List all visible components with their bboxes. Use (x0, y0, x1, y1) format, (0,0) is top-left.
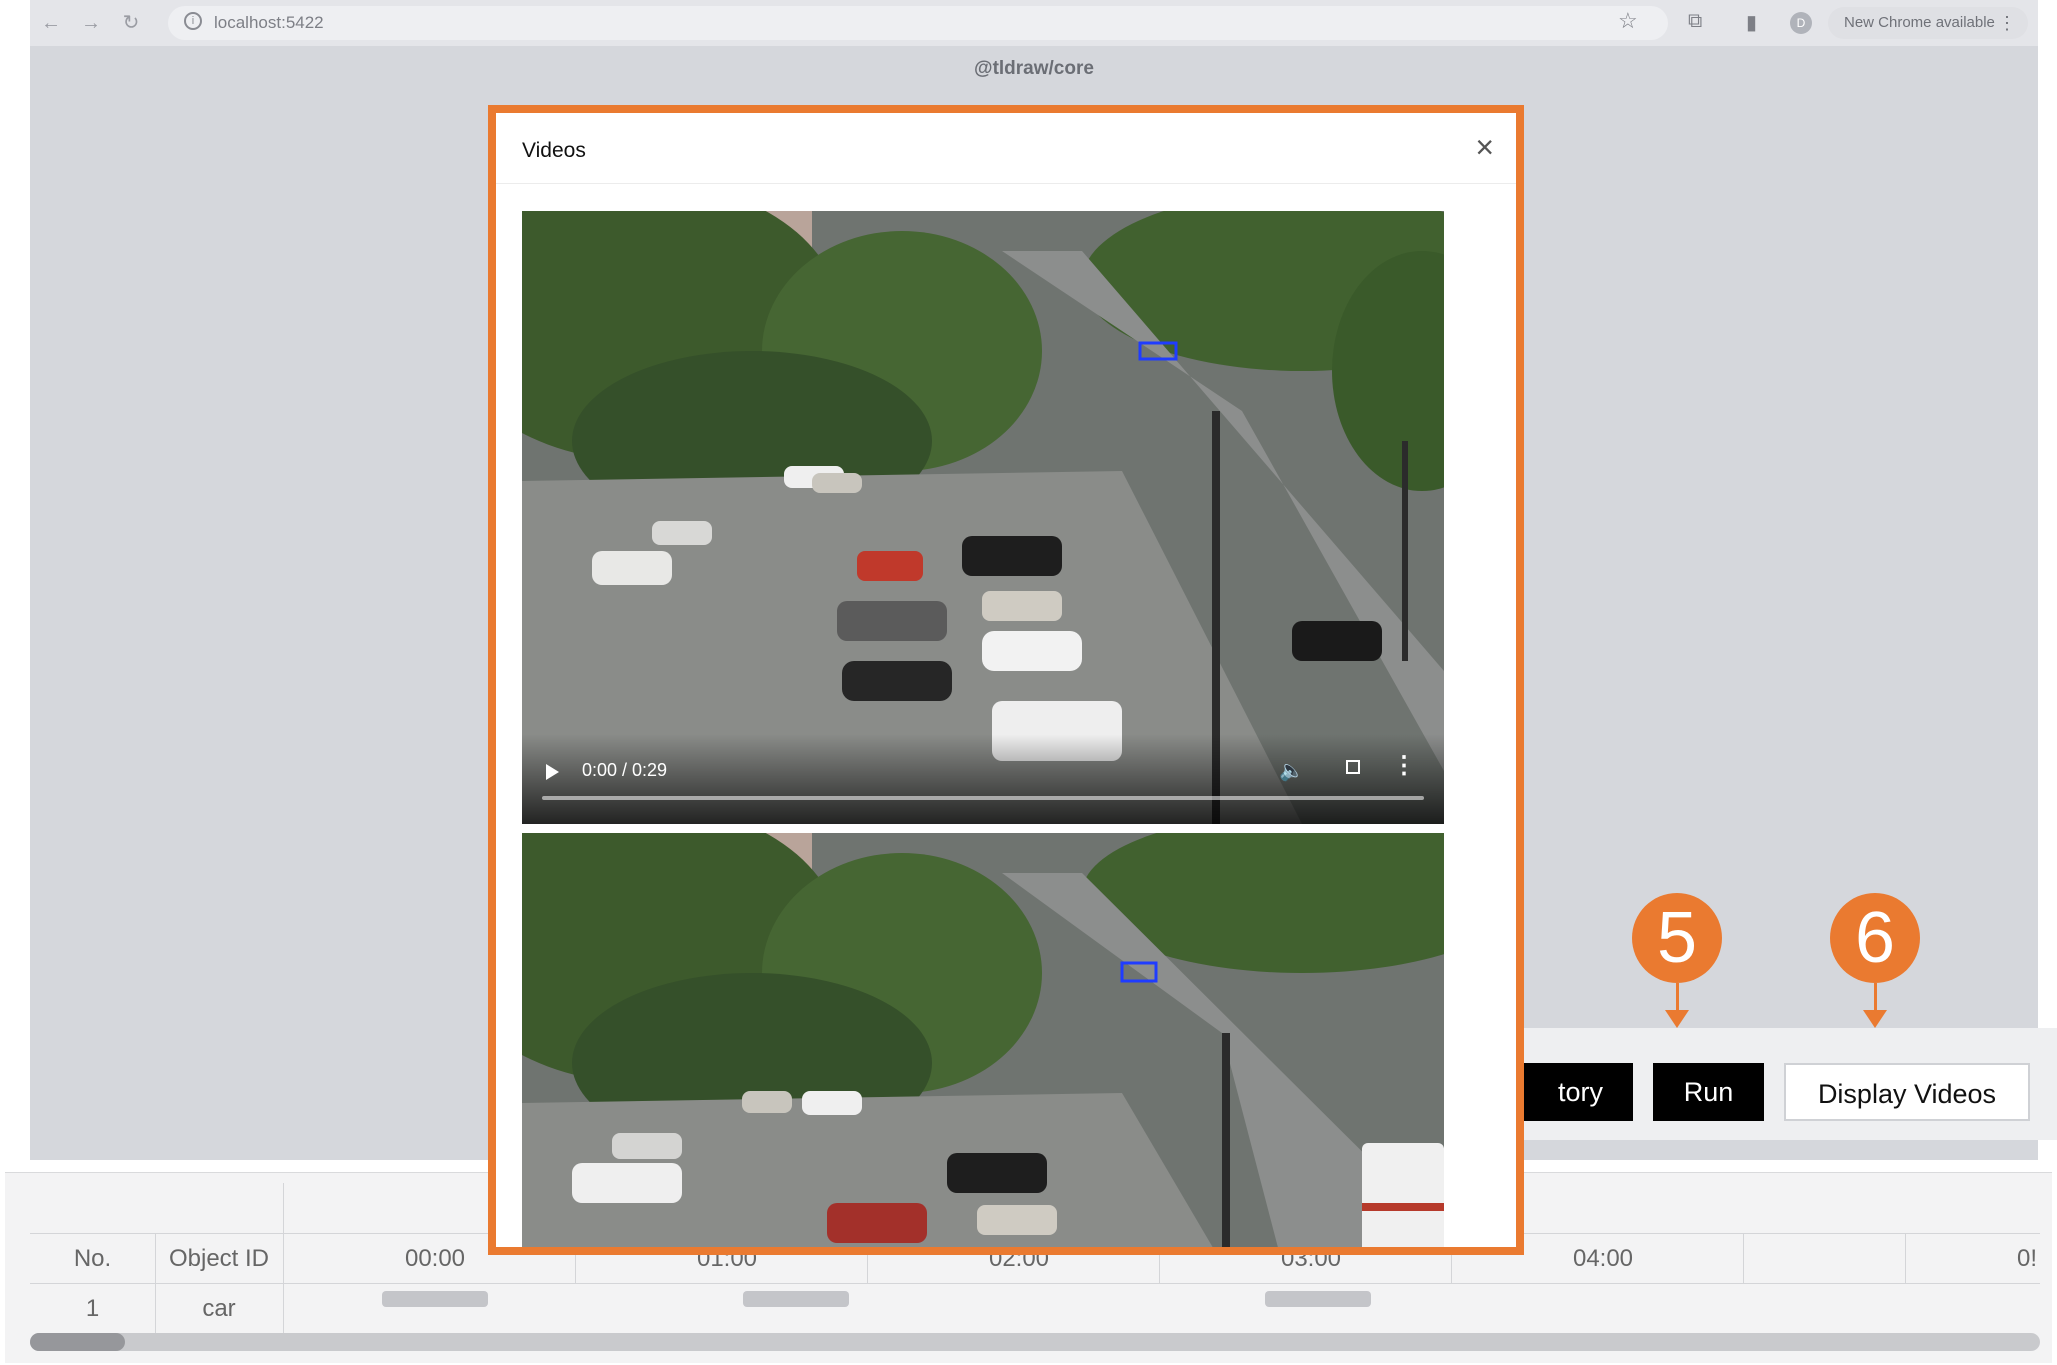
controls-panel: tory Run Display Videos (1500, 1028, 2057, 1140)
forward-icon[interactable]: → (78, 10, 104, 36)
track-segment[interactable] (382, 1291, 488, 1307)
close-icon[interactable]: × (1475, 131, 1494, 163)
video-frame (522, 211, 1444, 824)
profile-avatar[interactable]: D (1790, 12, 1812, 34)
url-text: localhost:5422 (214, 13, 324, 32)
extensions-icon[interactable]: ⧉ (1688, 10, 1702, 33)
more-options-icon[interactable]: ⋮ (1392, 754, 1416, 778)
play-icon[interactable] (546, 764, 559, 780)
column-divider (1905, 1233, 1906, 1283)
step-5-arrowhead (1665, 1010, 1689, 1028)
video-progress-bar[interactable] (542, 796, 1424, 800)
modal-header: Videos × (496, 113, 1516, 184)
video-controls: 0:00 / 0:29 🔈 ⋮ (522, 734, 1444, 824)
video-time: 0:00 / 0:29 (582, 760, 668, 780)
track-segment[interactable] (1265, 1291, 1371, 1307)
side-panel-icon[interactable]: ▮ (1746, 10, 1757, 35)
header-object-id: Object ID (168, 1245, 270, 1272)
horizontal-scrollbar[interactable] (30, 1333, 2040, 1351)
videos-modal: Videos × 0:00 / 0:29 🔈 ⋮ (488, 105, 1524, 1255)
header-no: No. (73, 1245, 112, 1272)
time-tick: 00:00 (404, 1245, 466, 1272)
time-tick: 04:00 (1572, 1245, 1634, 1272)
address-bar[interactable]: i localhost:5422 (168, 6, 1668, 40)
chrome-update-button[interactable]: New Chrome available ⋮ (1828, 7, 2028, 39)
row-object-id: car (202, 1295, 236, 1322)
video-frame (522, 833, 1444, 1247)
step-6-arrowhead (1863, 1010, 1887, 1028)
browser-toolbar: ← → ↻ i localhost:5422 ☆ ⧉ ▮ D New Chrom… (30, 0, 2038, 46)
step-badge-6: 6 (1830, 893, 1920, 983)
table-divider (30, 1283, 2040, 1284)
track-segment[interactable] (743, 1291, 849, 1307)
time-tick: 0! (2017, 1245, 2038, 1272)
step-badge-5: 5 (1632, 893, 1722, 983)
column-divider (1743, 1233, 1744, 1283)
run-button[interactable]: Run (1653, 1063, 1764, 1121)
back-icon[interactable]: ← (38, 10, 64, 36)
modal-title: Videos (522, 139, 586, 162)
video-player[interactable] (522, 833, 1444, 1247)
page-title: @tldraw/core (974, 58, 1094, 79)
row-no: 1 (85, 1295, 100, 1322)
fullscreen-icon[interactable] (1346, 760, 1360, 774)
site-info-icon[interactable]: i (184, 12, 202, 30)
bookmark-star-icon[interactable]: ☆ (1618, 8, 1638, 34)
scrollbar-thumb[interactable] (30, 1333, 125, 1351)
chrome-update-label: New Chrome available (1844, 14, 1995, 31)
reload-icon[interactable]: ↻ (118, 10, 144, 36)
column-divider (283, 1183, 284, 1333)
step-5-arrow (1676, 983, 1679, 1013)
menu-dots-icon: ⋮ (1998, 13, 2016, 33)
step-6-arrow (1874, 983, 1877, 1013)
volume-icon[interactable]: 🔈 (1279, 758, 1304, 783)
display-videos-button[interactable]: Display Videos (1784, 1063, 2030, 1121)
video-player[interactable]: 0:00 / 0:29 🔈 ⋮ (522, 211, 1444, 824)
